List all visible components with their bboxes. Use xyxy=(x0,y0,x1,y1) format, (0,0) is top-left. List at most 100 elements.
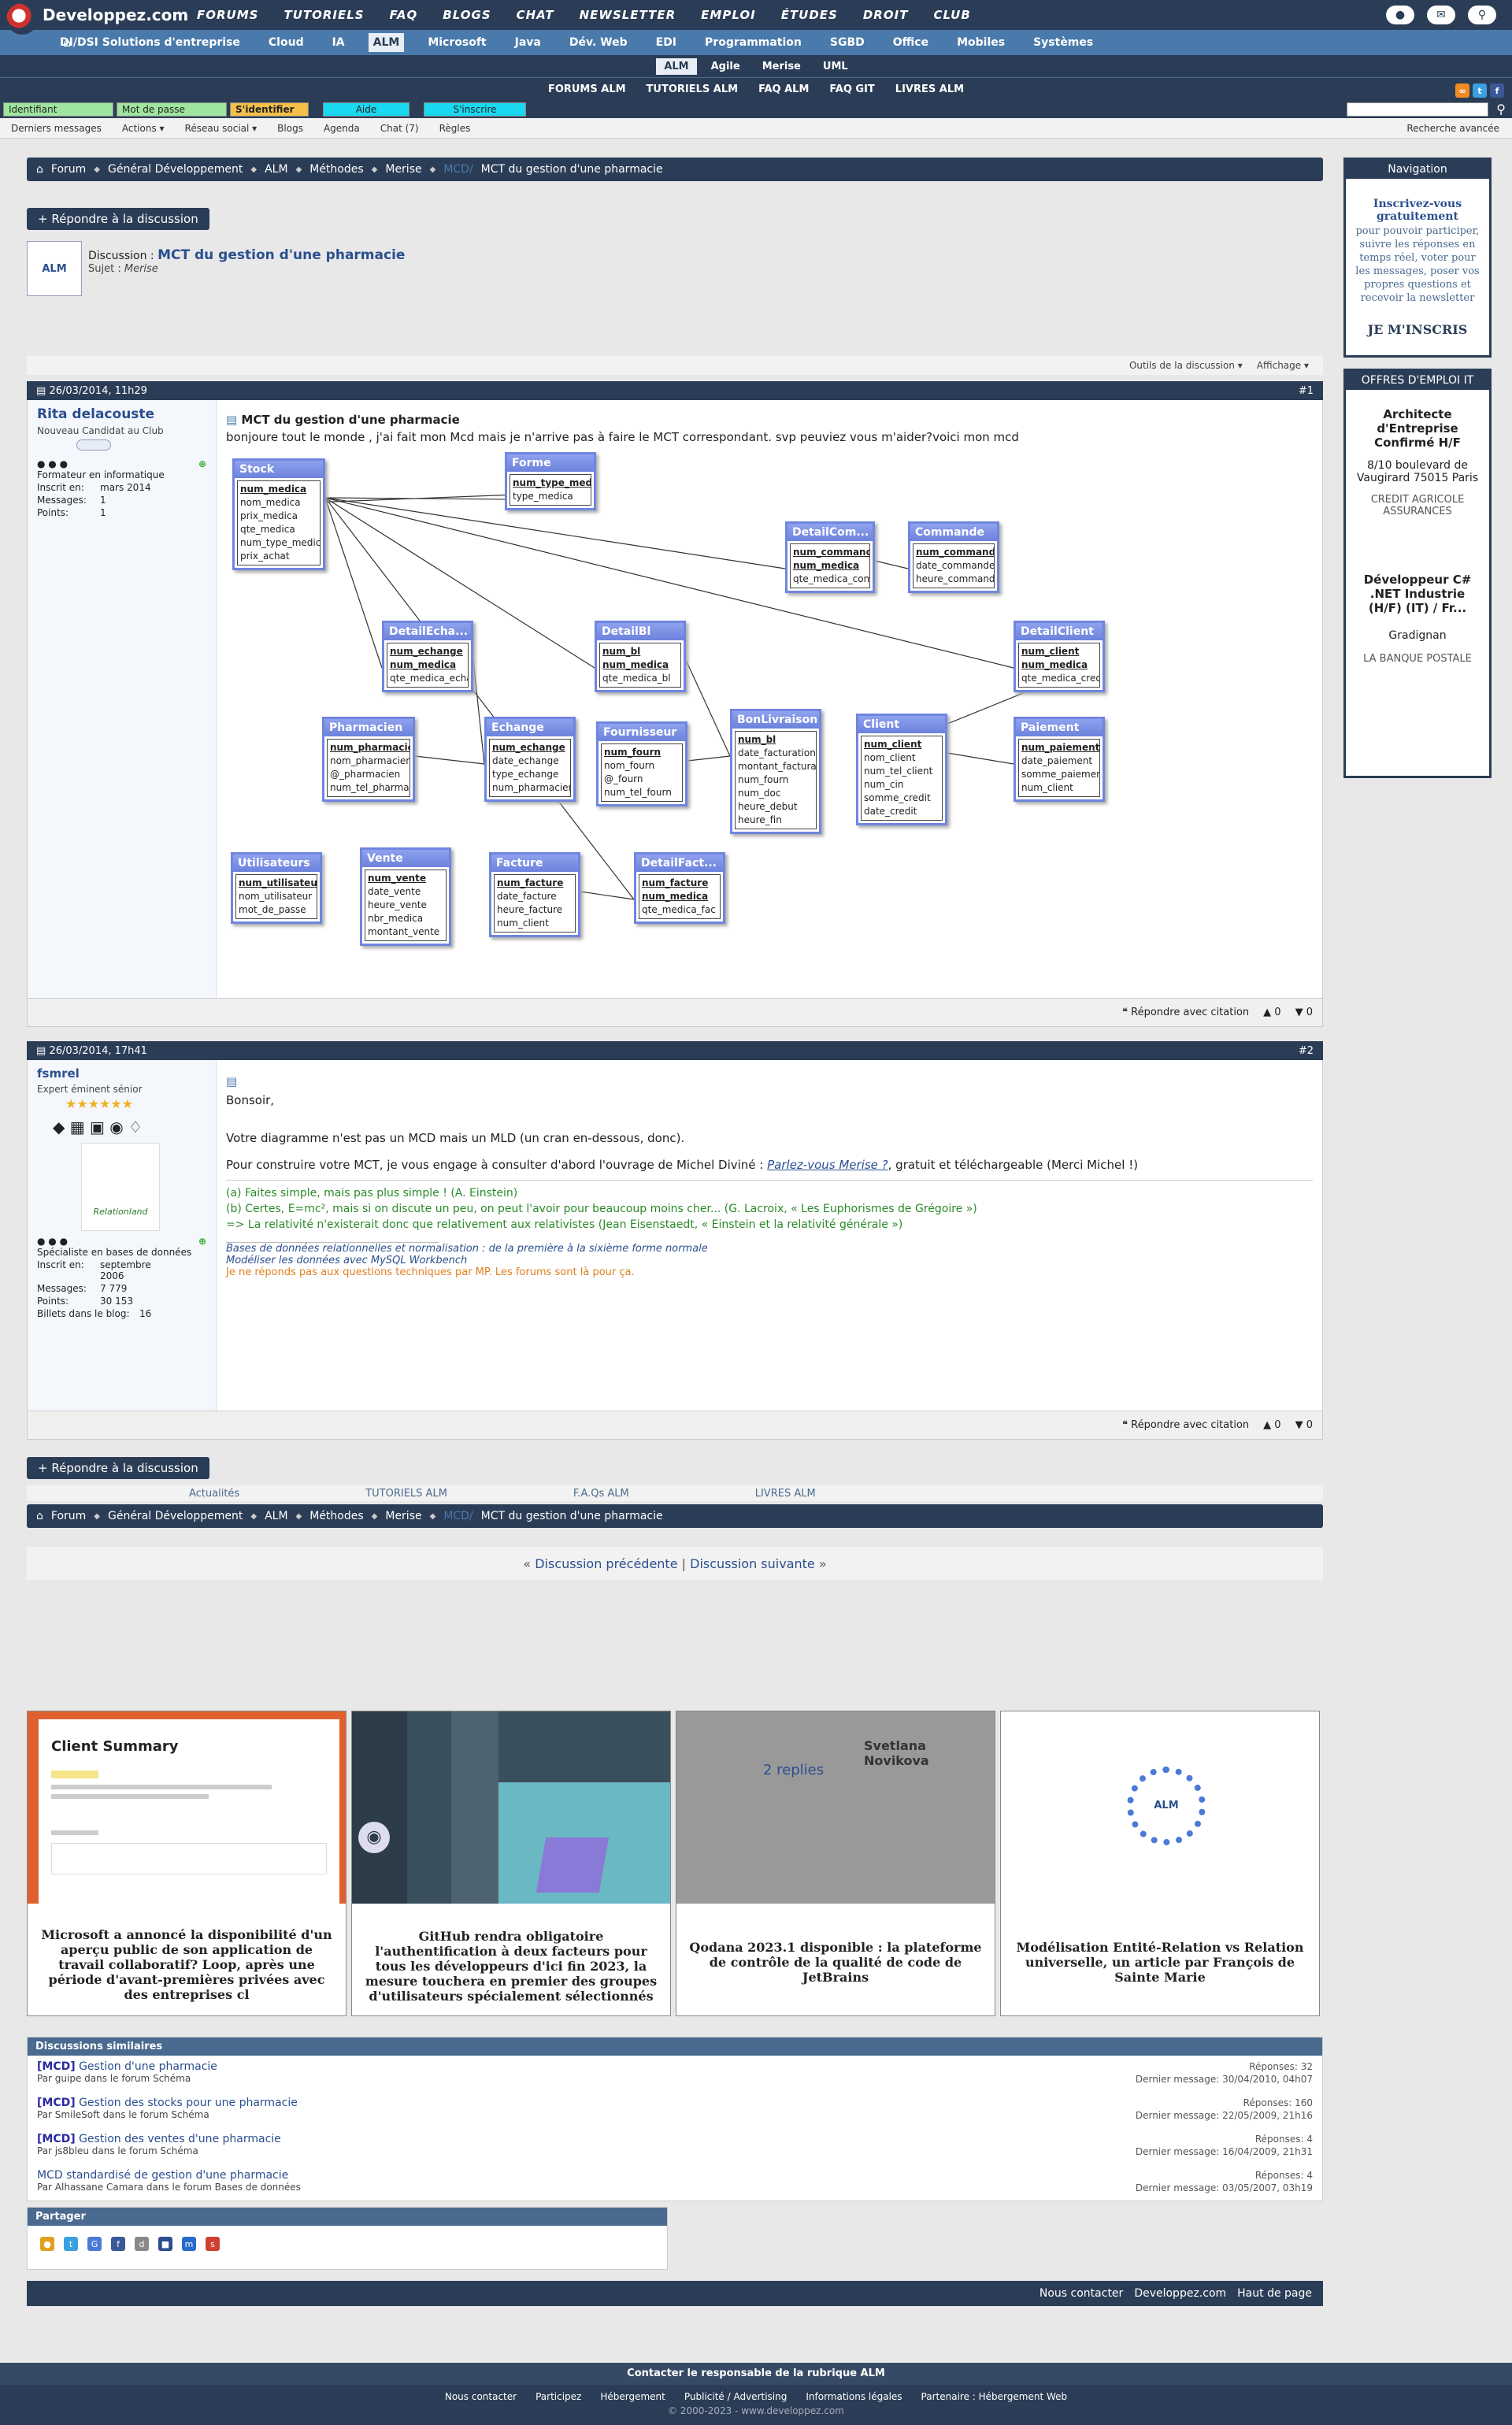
login-button[interactable]: S'identifier xyxy=(230,102,309,117)
breadcrumb-item[interactable]: ALM xyxy=(265,163,287,176)
entity-table[interactable]: Pharmacien num_pharmacien nom_pharmacien @_… xyxy=(322,717,415,802)
search-button-icon[interactable]: ⚲ xyxy=(1496,102,1506,117)
bottom-link[interactable]: Publicité / Advertising xyxy=(684,2391,788,2402)
almnav-forums-alm[interactable]: FORUMS ALM xyxy=(548,83,626,95)
bottom-link[interactable]: Informations légales xyxy=(806,2391,902,2402)
subbar-agenda[interactable]: Agenda xyxy=(324,123,360,134)
breadcrumb-item[interactable]: Merise xyxy=(385,1510,421,1522)
entity-table[interactable]: DetailBl num_bl num_medica qte_medica_bl xyxy=(595,621,686,692)
mail-icon[interactable]: ✉ xyxy=(1427,6,1455,24)
topnav-emploi[interactable]: EMPLOI xyxy=(701,8,756,22)
catnav-microsoft[interactable]: Microsoft xyxy=(423,33,491,52)
subnav-uml[interactable]: UML xyxy=(815,58,856,75)
entity-table[interactable]: DetailFact... num_facture num_medica qte_me… xyxy=(634,852,725,924)
subbar-chat-7[interactable]: Chat (7) xyxy=(380,123,419,134)
display-menu[interactable]: Affichage ▾ xyxy=(1257,360,1309,371)
post-number[interactable]: #1 xyxy=(1299,385,1314,397)
topnav-chat[interactable]: CHAT xyxy=(517,8,554,22)
similar-title-link[interactable]: [MCD] Gestion des stocks pour une pharma… xyxy=(37,2097,298,2109)
almnav-tutoriels-alm[interactable]: TUTORIELS ALM xyxy=(647,83,739,95)
username-field[interactable]: Identifiant xyxy=(3,102,113,117)
stumble-icon[interactable]: s xyxy=(206,2237,220,2251)
google-icon[interactable]: G xyxy=(87,2237,102,2251)
add-reputation-icon[interactable]: ⊕ xyxy=(198,1236,206,1247)
news-card[interactable]: Svetlana Novikova 2 replies Qodana 2023.… xyxy=(676,1711,995,2016)
entity-table[interactable]: Facture num_facture date_facture heure_fact… xyxy=(489,852,580,937)
twitter-icon[interactable]: t xyxy=(1473,83,1487,98)
entity-table[interactable]: Echange num_echange date_echange type_echan… xyxy=(484,717,576,802)
catnav-java[interactable]: Java xyxy=(510,33,546,52)
subnav-agile[interactable]: Agile xyxy=(703,58,748,75)
news-card[interactable]: Client Summary Microsoft a annoncé la di… xyxy=(27,1711,346,2016)
footer-link[interactable]: Haut de page xyxy=(1237,2287,1312,2300)
previous-thread-link[interactable]: Discussion précédente xyxy=(535,1556,677,1571)
contact-responsible[interactable]: Contacter le responsable de la rubrique … xyxy=(0,2363,1512,2385)
catnav-sgbd[interactable]: SGBD xyxy=(825,33,869,52)
catnav-systemes[interactable]: Systèmes xyxy=(1028,33,1098,52)
signature-link[interactable]: Modéliser les données avec MySQL Workben… xyxy=(226,1255,1313,1266)
home-icon[interactable]: ⌂ xyxy=(36,1510,43,1522)
entity-table[interactable]: DetailEcha... num_echange num_medica qte_me… xyxy=(382,621,473,692)
entity-table[interactable]: Stock num_medica nom_medica prix_medica qte_… xyxy=(232,458,325,570)
next-thread-link[interactable]: Discussion suivante xyxy=(690,1556,815,1571)
reply-button[interactable]: + Répondre à la discussion xyxy=(27,1457,209,1479)
book-link[interactable]: Parlez-vous Merise ? xyxy=(767,1158,888,1172)
breadcrumb-item[interactable]: Merise xyxy=(385,163,421,176)
job-title[interactable]: Développeur C# .NET Industrie (H/F) (IT)… xyxy=(1354,573,1481,615)
topnav-faq[interactable]: FAQ xyxy=(390,8,418,22)
site-logo[interactable]: Developpez.com xyxy=(6,3,188,35)
breadcrumb-item[interactable]: Forum xyxy=(51,163,86,176)
catnav-mobiles[interactable]: Mobiles xyxy=(952,33,1010,52)
thumbs-down-icon[interactable]: ▼ 0 xyxy=(1295,1419,1313,1431)
catnav-cloud[interactable]: Cloud xyxy=(264,33,309,52)
subnav-merise[interactable]: Merise xyxy=(754,58,809,75)
footer-link[interactable]: Developpez.com xyxy=(1134,2287,1226,2300)
topnav-droit[interactable]: DROIT xyxy=(863,8,909,22)
thumbs-up-icon[interactable]: ▲ 0 xyxy=(1263,1007,1280,1018)
password-field[interactable]: Mot de passe xyxy=(117,102,227,117)
similar-thread-title[interactable]: Gestion des stocks pour une pharmacie xyxy=(79,2097,298,2109)
entity-table[interactable]: Utilisateurs num_utilisateur nom_utilisate… xyxy=(231,852,322,924)
search-input[interactable] xyxy=(1347,102,1488,117)
help-button[interactable]: Aide xyxy=(323,102,410,117)
almnav-faq-git[interactable]: FAQ GIT xyxy=(829,83,874,95)
rss-icon[interactable]: ∞ xyxy=(1455,83,1469,98)
user-icon[interactable]: ● xyxy=(1386,6,1414,24)
entity-table[interactable]: Vente num_vente date_vente heure_vente nbr_m… xyxy=(360,847,451,946)
catnav-alm[interactable]: ALM xyxy=(368,33,405,52)
catnav-edi[interactable]: EDI xyxy=(651,33,681,52)
breadcrumb-item[interactable]: Général Développement xyxy=(108,1510,243,1522)
news-card[interactable]: ALM Modélisation Entité-Relation vs Rela… xyxy=(1000,1711,1320,2016)
entity-table[interactable]: Client num_client nom_client num_tel_client… xyxy=(856,714,947,825)
similar-title-link[interactable]: [MCD] Gestion d'une pharmacie xyxy=(37,2060,217,2073)
topnav-newsletter[interactable]: NEWSLETTER xyxy=(580,8,676,22)
entity-table[interactable]: BonLivraison num_bl date_facturation montan… xyxy=(730,709,821,834)
similar-thread-title[interactable]: Gestion des ventes d'une pharmacie xyxy=(79,2133,281,2145)
thumbs-down-icon[interactable]: ▼ 0 xyxy=(1295,1007,1313,1018)
subbar-reseau-social[interactable]: Réseau social ▾ xyxy=(185,123,258,134)
breadcrumb-item[interactable]: Forum xyxy=(51,1510,86,1522)
breadcrumb-item[interactable]: Méthodes xyxy=(309,1510,363,1522)
bottom-link[interactable]: Partenaire : Hébergement Web xyxy=(921,2391,1068,2402)
facebook-icon[interactable]: f xyxy=(111,2237,125,2251)
topnav-tutoriels[interactable]: TUTORIELS xyxy=(284,8,364,22)
register-cta[interactable]: JE M'INSCRIS xyxy=(1352,322,1483,337)
entity-table[interactable]: Forme num_type_medic type_medica xyxy=(505,452,596,510)
footer-link[interactable]: Nous contacter xyxy=(1040,2287,1123,2300)
post-number[interactable]: #2 xyxy=(1299,1045,1314,1057)
breadcrumb-item[interactable]: Méthodes xyxy=(309,163,363,176)
subbar-actions[interactable]: Actions ▾ xyxy=(122,123,165,134)
myspace-icon[interactable]: m xyxy=(182,2237,196,2251)
quote-reply-button[interactable]: ❝ Répondre avec citation xyxy=(1122,1007,1249,1018)
delicious-icon[interactable]: ■ xyxy=(158,2237,172,2251)
digg-icon[interactable]: d xyxy=(135,2237,149,2251)
register-button[interactable]: S'inscrire xyxy=(424,102,526,117)
topnav-etudes[interactable]: ÉTUDES xyxy=(781,8,838,22)
bottom-link[interactable]: Nous contacter xyxy=(445,2391,517,2402)
subbar-derniers-messages[interactable]: Derniers messages xyxy=(11,123,102,134)
facebook-icon[interactable]: f xyxy=(1490,83,1504,98)
username[interactable]: Rita delacouste xyxy=(37,406,206,422)
tab-f-a-qs-alm[interactable]: F.A.Qs ALM xyxy=(573,1488,629,1500)
catnav-di-dsi-solutions-d-entreprise[interactable]: DI/DSI Solutions d'entreprise xyxy=(55,33,245,52)
subnav-alm[interactable]: ALM xyxy=(656,57,697,75)
